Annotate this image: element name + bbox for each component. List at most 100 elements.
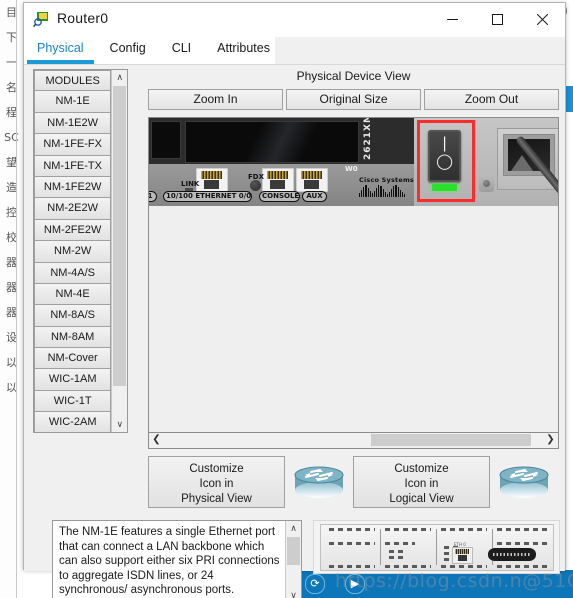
router-chassis: LINK FDX W0 1 10/100 ETHERNET 0/0 CONSOL… <box>149 118 414 206</box>
tab-bar-filler <box>275 37 565 64</box>
description-scroll-up-icon[interactable]: ∧ <box>286 521 301 536</box>
module-slot-2 <box>185 121 359 163</box>
packet-tracer-icon <box>33 11 50 28</box>
module-item-nm-8a-s[interactable]: NM-8A/S <box>34 305 112 327</box>
background-taskbar-icon-1[interactable]: ⟳ <box>305 574 325 594</box>
module-slot-1 <box>151 121 181 159</box>
minimize-button[interactable] <box>430 3 475 35</box>
module-item-nm-8am[interactable]: NM-8AM <box>34 326 112 349</box>
background-text-line: 以 <box>6 381 17 394</box>
background-text-line: SC <box>4 131 19 144</box>
customize-icon-row: Customize Icon in Physical View Customiz… <box>148 455 559 509</box>
hscroll-right-icon[interactable]: ❯ <box>543 433 558 447</box>
zoom-in-button[interactable]: Zoom In <box>148 89 283 110</box>
link-label: LINK <box>181 180 200 188</box>
modules-list[interactable]: MODULES NM-1E NM-1E2W NM-1FE-FX NM-1FE-TX NM-… <box>34 70 112 432</box>
card-ethernet-port <box>452 547 473 564</box>
customize-logical-line-2: Icon in <box>404 478 439 490</box>
module-item-wic-2am[interactable]: WIC-2AM <box>34 412 112 432</box>
modules-scroll-up-icon[interactable]: ∧ <box>112 70 128 85</box>
module-item-nm-2fe2w[interactable]: NM-2FE2W <box>34 219 112 242</box>
hscroll-left-icon[interactable]: ❮ <box>149 433 164 447</box>
module-item-nm-4a-s[interactable]: NM-4A/S <box>34 262 112 284</box>
console-port <box>262 168 294 192</box>
module-item-nm-2w[interactable]: NM-2W <box>34 241 112 263</box>
background-text-line: 程 <box>6 106 17 119</box>
ethernet-port-label: 10/100 ETHERNET 0/0 <box>163 191 252 202</box>
background-text-line: 校 <box>6 231 17 244</box>
power-switch-highlight-box <box>417 120 475 202</box>
cisco-systems-logo: Cisco Systems <box>359 176 414 197</box>
aux-port-label: AUX <box>302 191 327 202</box>
module-item-nm-cover[interactable]: NM-Cover <box>34 348 112 370</box>
title-bar: Router0 <box>24 3 565 37</box>
physical-device-view-title: Physical Device View <box>296 69 411 83</box>
module-item-wic-1t[interactable]: WIC-1T <box>34 390 112 413</box>
module-item-nm-1fe-tx[interactable]: NM-1FE-TX <box>34 155 112 177</box>
module-item-nm-1fe2w[interactable]: NM-1FE2W <box>34 176 112 199</box>
customize-icon-physical-view-button[interactable]: Customize Icon in Physical View <box>148 456 285 508</box>
cisco-bridge-bars <box>359 185 406 197</box>
background-text-line: 控 <box>6 206 17 219</box>
maximize-button[interactable] <box>475 3 520 35</box>
nm-1e-card: ETH 0 <box>320 524 554 571</box>
tab-physical[interactable]: Physical <box>24 37 97 64</box>
background-text-line: 一 <box>6 56 17 69</box>
background-text-line: 器 <box>6 306 17 319</box>
customize-icon-logical-view-button[interactable]: Customize Icon in Logical View <box>353 456 490 508</box>
background-text-line: 设 <box>6 331 17 344</box>
device-viewport-hscrollbar[interactable]: ❮ ❯ <box>148 433 559 449</box>
close-button[interactable] <box>520 3 565 35</box>
module-item-wic-1am[interactable]: WIC-1AM <box>34 369 112 391</box>
description-scrollbar[interactable]: ∧ ∨ <box>285 521 301 598</box>
tab-cli[interactable]: CLI <box>158 37 205 64</box>
modules-scrollbar[interactable]: ∧ ∨ <box>111 70 128 432</box>
background-text-line: 名 <box>6 81 17 94</box>
zoom-out-button[interactable]: Zoom Out <box>424 89 559 110</box>
customize-physical-line-3: Physical View <box>181 493 252 505</box>
console-port-label: CONSOLE <box>259 191 300 202</box>
background-rule <box>16 0 17 598</box>
module-item-nm-4e[interactable]: NM-4E <box>34 283 112 306</box>
modules-scroll-down-icon[interactable]: ∨ <box>112 417 128 432</box>
screen: 目下一名程SC望造控校器器器设以以 ⟳ ⟳ ▶ Router0 <box>0 0 573 598</box>
module-item-nm-1fe-fx[interactable]: NM-1FE-FX <box>34 134 112 156</box>
background-text-line: 望 <box>6 156 17 169</box>
tab-config[interactable]: Config <box>96 37 159 64</box>
background-text-line: 器 <box>6 256 17 269</box>
router-rear-image[interactable]: LINK FDX W0 1 10/100 ETHERNET 0/0 CONSOL… <box>149 118 558 207</box>
router-icon-physical[interactable] <box>289 456 349 508</box>
tabs: Physical Config CLI Attributes <box>24 37 283 64</box>
module-item-nm-1e[interactable]: NM-1E <box>34 91 112 113</box>
background-text-line: 造 <box>6 181 17 194</box>
customize-logical-line-3: Logical View <box>389 493 454 505</box>
background-text-line: 以 <box>6 356 17 369</box>
router-icon-logical[interactable] <box>494 456 554 508</box>
hscroll-thumb[interactable] <box>371 434 531 446</box>
cisco-router-icon <box>499 466 549 498</box>
description-scroll-down-icon[interactable]: ∨ <box>286 588 301 598</box>
customize-physical-line-2: Icon in <box>199 478 234 490</box>
module-item-nm-2e2w[interactable]: NM-2E2W <box>34 198 112 220</box>
ethernet-port-0-0 <box>196 168 228 192</box>
zoom-toolbar: Zoom In Original Size Zoom Out <box>148 89 559 110</box>
background-text-line: 器 <box>6 281 17 294</box>
router-model-label: 2621XM <box>363 117 373 160</box>
modules-panel: MODULES NM-1E NM-1E2W NM-1FE-FX NM-1FE-TX NM-… <box>33 69 128 433</box>
description-scroll-thumb[interactable] <box>287 537 300 565</box>
window-controls <box>430 3 565 35</box>
modules-list-header: MODULES <box>34 70 112 92</box>
module-item-nm-1e2w[interactable]: NM-1E2W <box>34 112 112 135</box>
background-taskbar: ⟳ ▶ <box>275 570 573 598</box>
card-eth-label: ETH 0 <box>454 542 466 547</box>
original-size-button[interactable]: Original Size <box>286 89 421 110</box>
modules-scroll-thumb[interactable] <box>113 86 127 386</box>
background-taskbar-icon-2[interactable]: ▶ <box>345 574 365 594</box>
background-text-line: 目 <box>6 6 17 19</box>
w0-label: W0 <box>345 165 358 173</box>
module-description-box[interactable]: The NM-1E features a single Ethernet por… <box>52 520 302 598</box>
device-viewport[interactable]: LINK FDX W0 1 10/100 ETHERNET 0/0 CONSOL… <box>148 117 559 433</box>
tab-bar: Physical Config CLI Attributes <box>24 37 565 65</box>
card-serial-port <box>488 548 536 561</box>
tab-attributes[interactable]: Attributes <box>204 37 283 64</box>
